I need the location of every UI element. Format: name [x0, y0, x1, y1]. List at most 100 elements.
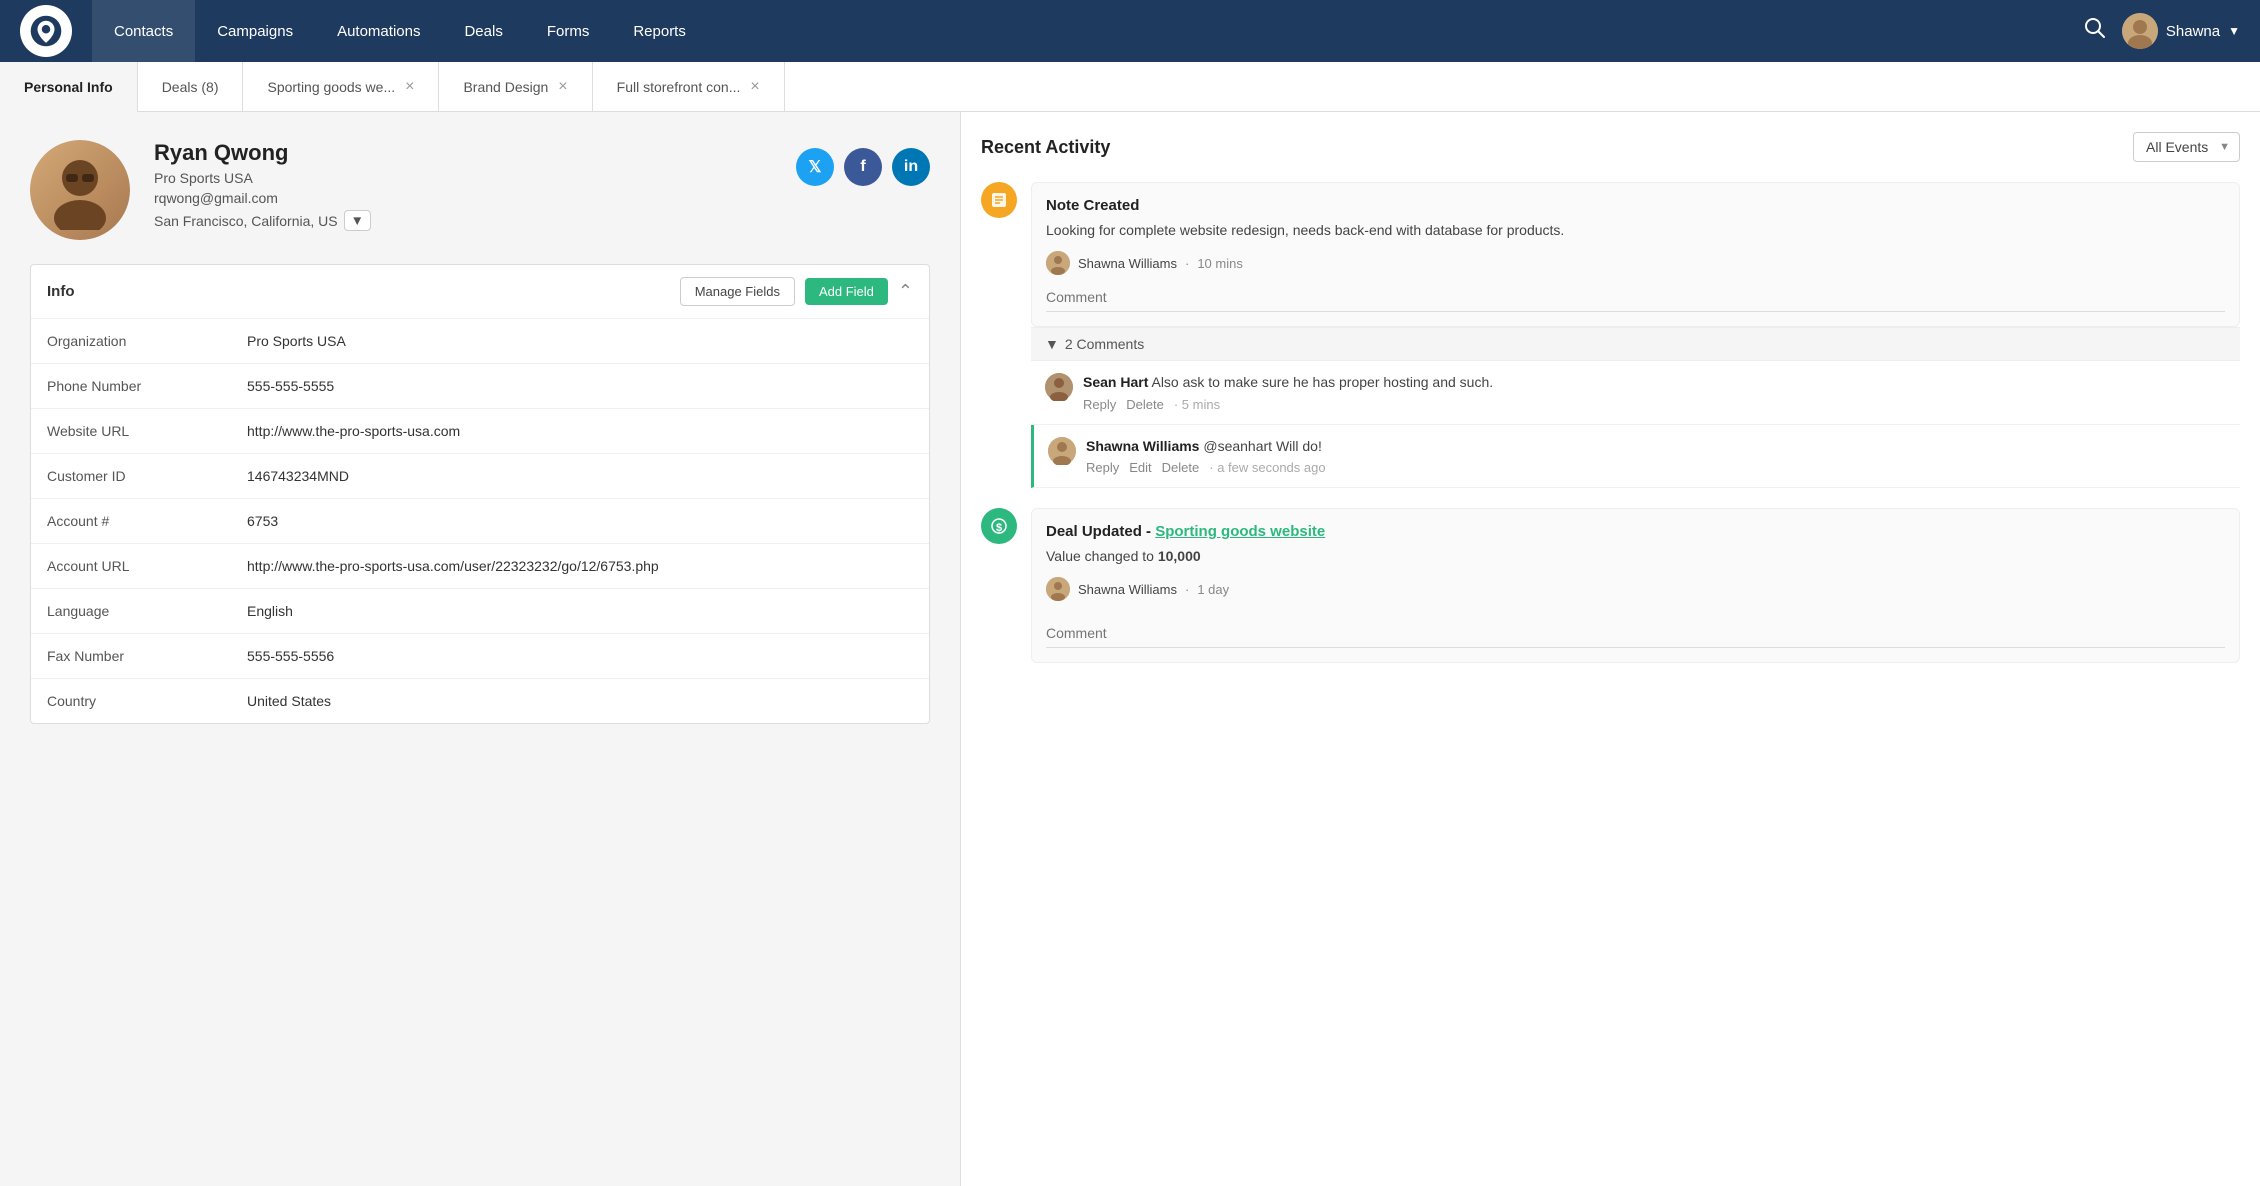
comment-item-shawna: Shawna Williams @seanhart Will do! Reply… [1031, 425, 2240, 489]
tab-storefront[interactable]: Full storefront con... × [593, 62, 785, 111]
shawna-reply-link[interactable]: Reply [1086, 460, 1119, 475]
activity-item-note: Note Created Looking for complete websit… [981, 182, 2240, 488]
nav-username: Shawna [2166, 23, 2220, 40]
shawna-comment-author: Shawna Williams [1086, 438, 1199, 454]
contact-info: Ryan Qwong Pro Sports USA rqwong@gmail.c… [154, 140, 796, 231]
contact-location: San Francisco, California, US ▼ [154, 210, 796, 231]
shawna-comment-body: Shawna Williams @seanhart Will do! Reply… [1086, 437, 2226, 476]
note-meta: Shawna Williams · 10 mins [1046, 251, 2225, 275]
close-sporting-goods-icon[interactable]: × [405, 79, 414, 95]
activity-header: Recent Activity All Events Notes Deals E… [981, 132, 2240, 162]
info-row: Fax Number 555-555-5556 [31, 634, 929, 679]
note-author-avatar [1046, 251, 1070, 275]
nav-logo [20, 5, 72, 57]
nav-reports[interactable]: Reports [611, 0, 708, 62]
contact-org: Pro Sports USA [154, 170, 796, 186]
info-row: Account URL http://www.the-pro-sports-us… [31, 544, 929, 589]
activity-item-deal: $ Deal Updated - Sporting goods website … [981, 508, 2240, 663]
twitter-icon[interactable]: 𝕏 [796, 148, 834, 186]
deal-card-body: Value changed to 10,000 [1046, 546, 2225, 567]
info-row: Organization Pro Sports USA [31, 319, 929, 364]
nav-right: Shawna ▼ [2084, 13, 2240, 49]
search-icon[interactable] [2084, 17, 2106, 45]
location-dropdown-button[interactable]: ▼ [344, 210, 371, 231]
contact-header: Ryan Qwong Pro Sports USA rqwong@gmail.c… [30, 140, 930, 240]
close-brand-design-icon[interactable]: × [558, 79, 567, 95]
nav-user[interactable]: Shawna ▼ [2122, 13, 2240, 49]
info-value-0: Pro Sports USA [231, 319, 929, 363]
collapse-icon[interactable]: ⌃ [898, 281, 913, 302]
manage-fields-button[interactable]: Manage Fields [680, 277, 795, 306]
note-time: 10 mins [1197, 256, 1243, 271]
info-rows: Organization Pro Sports USA Phone Number… [31, 319, 929, 723]
info-value-2: http://www.the-pro-sports-usa.com [231, 409, 929, 453]
info-value-1: 555-555-5555 [231, 364, 929, 408]
info-label-8: Country [31, 679, 231, 723]
deal-author-name: Shawna Williams [1078, 582, 1177, 597]
note-comment-input[interactable] [1046, 283, 2225, 312]
avatar [2122, 13, 2158, 49]
tabs-bar: Personal Info Deals (8) Sporting goods w… [0, 62, 2260, 112]
deal-meta: Shawna Williams · 1 day [1046, 577, 2225, 601]
main-layout: Ryan Qwong Pro Sports USA rqwong@gmail.c… [0, 112, 2260, 1186]
tab-personal-info[interactable]: Personal Info [0, 62, 138, 111]
deal-comment-input[interactable] [1046, 619, 2225, 648]
info-row: Country United States [31, 679, 929, 723]
nav-campaigns[interactable]: Campaigns [195, 0, 315, 62]
info-row: Website URL http://www.the-pro-sports-us… [31, 409, 929, 454]
deal-name-link[interactable]: Sporting goods website [1155, 523, 1325, 540]
info-label-2: Website URL [31, 409, 231, 453]
deal-card: Deal Updated - Sporting goods website Va… [1031, 508, 2240, 663]
info-value-8: United States [231, 679, 929, 723]
info-card-title: Info [47, 283, 680, 300]
tab-sporting-goods[interactable]: Sporting goods we... × [243, 62, 439, 111]
info-label-0: Organization [31, 319, 231, 363]
info-card-header: Info Manage Fields Add Field ⌃ [31, 265, 929, 319]
nav-automations[interactable]: Automations [315, 0, 442, 62]
note-author-name: Shawna Williams [1078, 256, 1177, 271]
contact-email: rqwong@gmail.com [154, 190, 796, 206]
linkedin-icon[interactable]: in [892, 148, 930, 186]
shawna-comment-time: · a few seconds ago [1209, 460, 1325, 475]
deal-value: 10,000 [1158, 548, 1201, 564]
info-card: Info Manage Fields Add Field ⌃ Organizat… [30, 264, 930, 724]
sean-hart-delete-link[interactable]: Delete [1126, 397, 1164, 412]
shawna-edit-link[interactable]: Edit [1129, 460, 1151, 475]
tab-brand-design[interactable]: Brand Design × [439, 62, 592, 111]
info-label-3: Customer ID [31, 454, 231, 498]
info-value-6: English [231, 589, 929, 633]
svg-text:$: $ [996, 522, 1002, 534]
deal-updated-title: Deal Updated - Sporting goods website [1046, 523, 2225, 540]
info-label-7: Fax Number [31, 634, 231, 678]
comments-toggle-arrow: ▼ [1045, 336, 1059, 352]
shawna-delete-link[interactable]: Delete [1162, 460, 1200, 475]
tab-deals[interactable]: Deals (8) [138, 62, 244, 111]
info-card-actions: Manage Fields Add Field [680, 277, 888, 306]
left-panel: Ryan Qwong Pro Sports USA rqwong@gmail.c… [0, 112, 960, 1186]
add-field-button[interactable]: Add Field [805, 278, 888, 305]
nav-deals[interactable]: Deals [442, 0, 524, 62]
sean-hart-avatar [1045, 373, 1073, 401]
chevron-down-icon: ▼ [2228, 24, 2240, 38]
info-row: Customer ID 146743234MND [31, 454, 929, 499]
deal-author-avatar [1046, 577, 1070, 601]
comment-item-seanhart: Sean Hart Also ask to make sure he has p… [1031, 361, 2240, 425]
shawna-comment-actions: Reply Edit Delete · a few seconds ago [1086, 460, 2226, 475]
info-label-5: Account URL [31, 544, 231, 588]
nav-contacts[interactable]: Contacts [92, 0, 195, 62]
sean-hart-reply-link[interactable]: Reply [1083, 397, 1116, 412]
shawna-comment-text: @seanhart Will do! [1203, 438, 1321, 454]
note-card-body: Looking for complete website redesign, n… [1046, 220, 2225, 241]
activity-filter-select[interactable]: All Events Notes Deals Emails Tasks [2133, 132, 2240, 162]
nav-items: Contacts Campaigns Automations Deals For… [92, 0, 2084, 62]
navbar: Contacts Campaigns Automations Deals For… [0, 0, 2260, 62]
info-row: Account # 6753 [31, 499, 929, 544]
facebook-icon[interactable]: f [844, 148, 882, 186]
close-storefront-icon[interactable]: × [750, 79, 759, 95]
info-label-1: Phone Number [31, 364, 231, 408]
comments-toggle[interactable]: ▼ 2 Comments [1031, 327, 2240, 361]
deal-activity-content: Deal Updated - Sporting goods website Va… [1031, 508, 2240, 663]
contact-name: Ryan Qwong [154, 140, 796, 166]
deal-icon-wrap: $ [981, 508, 1017, 663]
nav-forms[interactable]: Forms [525, 0, 612, 62]
